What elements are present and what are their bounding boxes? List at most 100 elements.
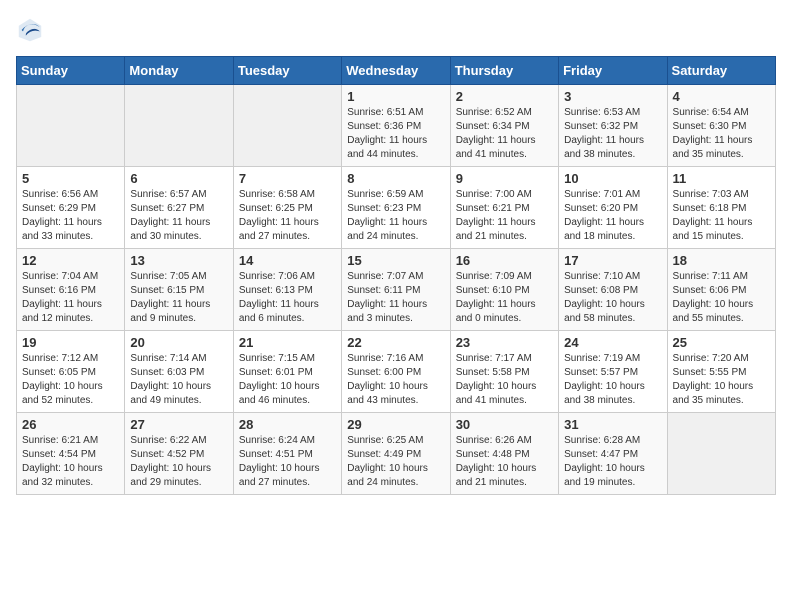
day-info: Sunrise: 7:19 AM Sunset: 5:57 PM Dayligh… bbox=[564, 352, 661, 408]
day-info: Sunrise: 7:14 AM Sunset: 6:03 PM Dayligh… bbox=[130, 352, 227, 408]
calendar-cell: 11Sunrise: 7:03 AM Sunset: 6:18 PM Dayli… bbox=[667, 167, 775, 249]
day-number: 20 bbox=[130, 335, 227, 350]
day-info: Sunrise: 6:57 AM Sunset: 6:27 PM Dayligh… bbox=[130, 188, 227, 244]
calendar-cell: 7 Sunrise: 6:58 AM Sunset: 6:25 PM Daylig… bbox=[233, 167, 341, 249]
day-number: 18 bbox=[673, 253, 770, 268]
day-number: 10 bbox=[564, 171, 661, 186]
day-info: Sunrise: 7:20 AM Sunset: 5:55 PM Dayligh… bbox=[673, 352, 770, 408]
weekday-header-friday: Friday bbox=[559, 57, 667, 85]
day-info: Sunrise: 7:11 AM Sunset: 6:06 PM Dayligh… bbox=[673, 270, 770, 326]
day-number: 8 bbox=[347, 171, 444, 186]
weekday-header-saturday: Saturday bbox=[667, 57, 775, 85]
calendar-cell: 6 Sunrise: 6:57 AM Sunset: 6:27 PM Daylig… bbox=[125, 167, 233, 249]
day-info: Sunrise: 7:16 AM Sunset: 6:00 PM Dayligh… bbox=[347, 352, 444, 408]
day-number: 23 bbox=[456, 335, 553, 350]
calendar-cell: 9 Sunrise: 7:00 AM Sunset: 6:21 PM Daylig… bbox=[450, 167, 558, 249]
day-number: 16 bbox=[456, 253, 553, 268]
day-info: Sunrise: 7:09 AM Sunset: 6:10 PM Dayligh… bbox=[456, 270, 553, 326]
day-number: 31 bbox=[564, 417, 661, 432]
day-number: 24 bbox=[564, 335, 661, 350]
day-info: Sunrise: 6:59 AM Sunset: 6:23 PM Dayligh… bbox=[347, 188, 444, 244]
day-info: Sunrise: 6:21 AM Sunset: 4:54 PM Dayligh… bbox=[22, 434, 119, 490]
logo-icon bbox=[16, 16, 44, 44]
day-number: 13 bbox=[130, 253, 227, 268]
weekday-header-sunday: Sunday bbox=[17, 57, 125, 85]
day-info: Sunrise: 6:58 AM Sunset: 6:25 PM Dayligh… bbox=[239, 188, 336, 244]
day-info: Sunrise: 6:26 AM Sunset: 4:48 PM Dayligh… bbox=[456, 434, 553, 490]
day-number: 29 bbox=[347, 417, 444, 432]
calendar-cell: 30 Sunrise: 6:26 AM Sunset: 4:48 PM Dayli… bbox=[450, 413, 558, 495]
day-number: 4 bbox=[673, 89, 770, 104]
calendar-week-2: 5Sunrise: 6:56 AM Sunset: 6:29 PM Daylig… bbox=[17, 167, 776, 249]
day-info: Sunrise: 7:07 AM Sunset: 6:11 PM Dayligh… bbox=[347, 270, 444, 326]
calendar-cell: 29 Sunrise: 6:25 AM Sunset: 4:49 PM Dayli… bbox=[342, 413, 450, 495]
calendar-cell: 16 Sunrise: 7:09 AM Sunset: 6:10 PM Dayli… bbox=[450, 249, 558, 331]
weekday-header-thursday: Thursday bbox=[450, 57, 558, 85]
calendar-cell bbox=[125, 85, 233, 167]
day-number: 25 bbox=[673, 335, 770, 350]
calendar-cell: 14Sunrise: 7:06 AM Sunset: 6:13 PM Dayli… bbox=[233, 249, 341, 331]
page-header bbox=[16, 16, 776, 44]
day-info: Sunrise: 6:54 AM Sunset: 6:30 PM Dayligh… bbox=[673, 106, 770, 162]
calendar-week-5: 26 Sunrise: 6:21 AM Sunset: 4:54 PM Dayli… bbox=[17, 413, 776, 495]
day-info: Sunrise: 7:15 AM Sunset: 6:01 PM Dayligh… bbox=[239, 352, 336, 408]
day-info: Sunrise: 6:56 AM Sunset: 6:29 PM Dayligh… bbox=[22, 188, 119, 244]
calendar-cell: 28 Sunrise: 6:24 AM Sunset: 4:51 PM Dayli… bbox=[233, 413, 341, 495]
calendar-cell: 15 Sunrise: 7:07 AM Sunset: 6:11 PM Dayli… bbox=[342, 249, 450, 331]
calendar-week-3: 12 Sunrise: 7:04 AM Sunset: 6:16 PM Dayli… bbox=[17, 249, 776, 331]
day-info: Sunrise: 6:25 AM Sunset: 4:49 PM Dayligh… bbox=[347, 434, 444, 490]
calendar-cell: 21 Sunrise: 7:15 AM Sunset: 6:01 PM Dayli… bbox=[233, 331, 341, 413]
calendar-cell: 27 Sunrise: 6:22 AM Sunset: 4:52 PM Dayli… bbox=[125, 413, 233, 495]
day-number: 15 bbox=[347, 253, 444, 268]
day-info: Sunrise: 7:05 AM Sunset: 6:15 PM Dayligh… bbox=[130, 270, 227, 326]
day-number: 26 bbox=[22, 417, 119, 432]
day-info: Sunrise: 6:24 AM Sunset: 4:51 PM Dayligh… bbox=[239, 434, 336, 490]
day-number: 6 bbox=[130, 171, 227, 186]
calendar-table: SundayMondayTuesdayWednesdayThursdayFrid… bbox=[16, 56, 776, 495]
weekday-header-row: SundayMondayTuesdayWednesdayThursdayFrid… bbox=[17, 57, 776, 85]
day-info: Sunrise: 7:04 AM Sunset: 6:16 PM Dayligh… bbox=[22, 270, 119, 326]
day-number: 21 bbox=[239, 335, 336, 350]
day-number: 12 bbox=[22, 253, 119, 268]
day-number: 28 bbox=[239, 417, 336, 432]
calendar-cell: 24 Sunrise: 7:19 AM Sunset: 5:57 PM Dayli… bbox=[559, 331, 667, 413]
day-info: Sunrise: 7:00 AM Sunset: 6:21 PM Dayligh… bbox=[456, 188, 553, 244]
calendar-cell: 22 Sunrise: 7:16 AM Sunset: 6:00 PM Dayli… bbox=[342, 331, 450, 413]
calendar-cell: 10Sunrise: 7:01 AM Sunset: 6:20 PM Dayli… bbox=[559, 167, 667, 249]
calendar-cell: 25 Sunrise: 7:20 AM Sunset: 5:55 PM Dayli… bbox=[667, 331, 775, 413]
calendar-cell: 13 Sunrise: 7:05 AM Sunset: 6:15 PM Dayli… bbox=[125, 249, 233, 331]
day-info: Sunrise: 7:03 AM Sunset: 6:18 PM Dayligh… bbox=[673, 188, 770, 244]
day-number: 9 bbox=[456, 171, 553, 186]
weekday-header-monday: Monday bbox=[125, 57, 233, 85]
weekday-header-wednesday: Wednesday bbox=[342, 57, 450, 85]
day-number: 30 bbox=[456, 417, 553, 432]
day-info: Sunrise: 6:22 AM Sunset: 4:52 PM Dayligh… bbox=[130, 434, 227, 490]
day-number: 22 bbox=[347, 335, 444, 350]
day-info: Sunrise: 7:17 AM Sunset: 5:58 PM Dayligh… bbox=[456, 352, 553, 408]
calendar-cell: 4 Sunrise: 6:54 AM Sunset: 6:30 PM Daylig… bbox=[667, 85, 775, 167]
calendar-cell bbox=[17, 85, 125, 167]
day-number: 1 bbox=[347, 89, 444, 104]
calendar-cell: 19 Sunrise: 7:12 AM Sunset: 6:05 PM Dayli… bbox=[17, 331, 125, 413]
calendar-cell bbox=[233, 85, 341, 167]
day-info: Sunrise: 6:52 AM Sunset: 6:34 PM Dayligh… bbox=[456, 106, 553, 162]
day-number: 7 bbox=[239, 171, 336, 186]
day-number: 27 bbox=[130, 417, 227, 432]
calendar-cell: 8 Sunrise: 6:59 AM Sunset: 6:23 PM Daylig… bbox=[342, 167, 450, 249]
calendar-cell: 18 Sunrise: 7:11 AM Sunset: 6:06 PM Dayli… bbox=[667, 249, 775, 331]
day-number: 3 bbox=[564, 89, 661, 104]
day-number: 19 bbox=[22, 335, 119, 350]
calendar-cell: 2 Sunrise: 6:52 AM Sunset: 6:34 PM Daylig… bbox=[450, 85, 558, 167]
day-number: 17 bbox=[564, 253, 661, 268]
calendar-cell bbox=[667, 413, 775, 495]
day-info: Sunrise: 7:10 AM Sunset: 6:08 PM Dayligh… bbox=[564, 270, 661, 326]
day-info: Sunrise: 6:28 AM Sunset: 4:47 PM Dayligh… bbox=[564, 434, 661, 490]
calendar-cell: 17 Sunrise: 7:10 AM Sunset: 6:08 PM Dayli… bbox=[559, 249, 667, 331]
day-info: Sunrise: 7:06 AM Sunset: 6:13 PM Dayligh… bbox=[239, 270, 336, 326]
calendar-week-1: 1Sunrise: 6:51 AM Sunset: 6:36 PM Daylig… bbox=[17, 85, 776, 167]
calendar-cell: 12 Sunrise: 7:04 AM Sunset: 6:16 PM Dayli… bbox=[17, 249, 125, 331]
day-number: 2 bbox=[456, 89, 553, 104]
calendar-cell: 1Sunrise: 6:51 AM Sunset: 6:36 PM Daylig… bbox=[342, 85, 450, 167]
day-info: Sunrise: 7:12 AM Sunset: 6:05 PM Dayligh… bbox=[22, 352, 119, 408]
weekday-header-tuesday: Tuesday bbox=[233, 57, 341, 85]
